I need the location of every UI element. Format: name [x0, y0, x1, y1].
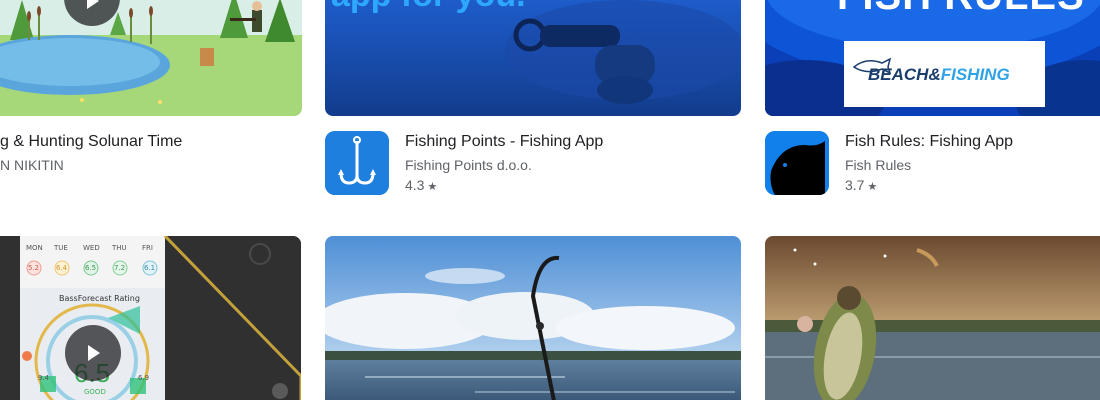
logo-text-main: BEACH&	[868, 65, 941, 84]
app-developer[interactable]: N NIKITIN	[0, 157, 64, 173]
app-title[interactable]: Fish Rules: Fishing App	[845, 133, 1013, 151]
play-video-button[interactable]	[65, 325, 121, 381]
banner-headline: FISH RULES	[837, 0, 1085, 19]
fish-silhouette-icon[interactable]	[765, 131, 829, 195]
forecast-day: TUE	[54, 244, 68, 252]
forecast-day: WED	[83, 244, 100, 252]
forecast-day: MON	[26, 244, 43, 252]
forecast-score: 7.2	[114, 264, 126, 272]
app-card-solunar[interactable]: g & Hunting Solunar Time N NIKITIN	[0, 0, 302, 200]
forecast-score: 6.5	[85, 264, 97, 272]
app-info-fishing-points[interactable]: Fishing Points - Fishing App Fishing Poi…	[325, 131, 741, 201]
forecast-big-label: GOOD	[84, 388, 106, 396]
app-banner-fishing-points[interactable]: app for you.	[325, 0, 741, 116]
app-card-fishing-points[interactable]: app for you. Fishing Points - Fishing Ap…	[325, 0, 741, 200]
fishing-reel-photo	[325, 0, 741, 116]
cartoon-lake-illustration	[0, 0, 302, 116]
app-grid: g & Hunting Solunar Time N NIKITIN Fishi…	[0, 0, 1100, 400]
hook-icon[interactable]	[325, 131, 389, 195]
forecast-score: 6.1	[144, 264, 156, 272]
lake-fishing-photo	[325, 236, 741, 400]
rating-value: 4.3	[405, 177, 425, 193]
app-banner-fish-rules[interactable]: FISH RULES BEACH&FISHING	[765, 0, 1100, 116]
app-banner-solunar[interactable]	[0, 0, 302, 116]
app-title[interactable]: g & Hunting Solunar Time	[0, 133, 182, 151]
app-rating: 4.3 ★	[405, 177, 437, 193]
banner-headline: app for you.	[331, 0, 526, 15]
jumping-bass-photo	[765, 236, 1100, 400]
app-developer[interactable]: Fishing Points d.o.o.	[405, 157, 532, 173]
rating-value: 3.7	[845, 177, 865, 193]
play-icon	[88, 345, 100, 361]
forecast-side-value: 6.9	[138, 374, 150, 382]
forecast-side-value: 9.4	[38, 374, 50, 382]
app-info-fish-rules[interactable]: Fish Rules: Fishing App Fish Rules 3.7 ★	[765, 131, 1100, 201]
app-developer[interactable]: Fish Rules	[845, 157, 911, 173]
forecast-day: THU	[112, 244, 127, 252]
logo-text: BEACH&FISHING	[868, 65, 1010, 85]
forecast-day: FRI	[142, 244, 153, 252]
app-card-fish-rules[interactable]: FISH RULES BEACH&FISHING Fish Rules: Fis…	[765, 0, 1100, 200]
forecast-score: 5.2	[28, 264, 40, 272]
app-info-solunar[interactable]: g & Hunting Solunar Time N NIKITIN	[0, 131, 300, 201]
logo-text-accent: FISHING	[940, 65, 1010, 84]
play-icon	[87, 0, 99, 9]
app-banner-bass-jump[interactable]	[765, 236, 1100, 400]
forecast-score: 6.4	[56, 264, 68, 272]
app-banner-bass-forecast[interactable]: MON TUE WED THU FRI 5.2 6.4 6.5 7.2 6.1 …	[0, 236, 301, 400]
app-title[interactable]: Fishing Points - Fishing App	[405, 133, 603, 151]
beach-fishing-logo: BEACH&FISHING	[844, 41, 1045, 107]
app-banner-lake-rod[interactable]	[325, 236, 741, 400]
forecast-rating-title: BassForecast Rating	[59, 294, 140, 303]
star-icon: ★	[867, 181, 878, 193]
star-icon: ★	[427, 181, 438, 193]
app-rating: 3.7 ★	[845, 177, 877, 193]
